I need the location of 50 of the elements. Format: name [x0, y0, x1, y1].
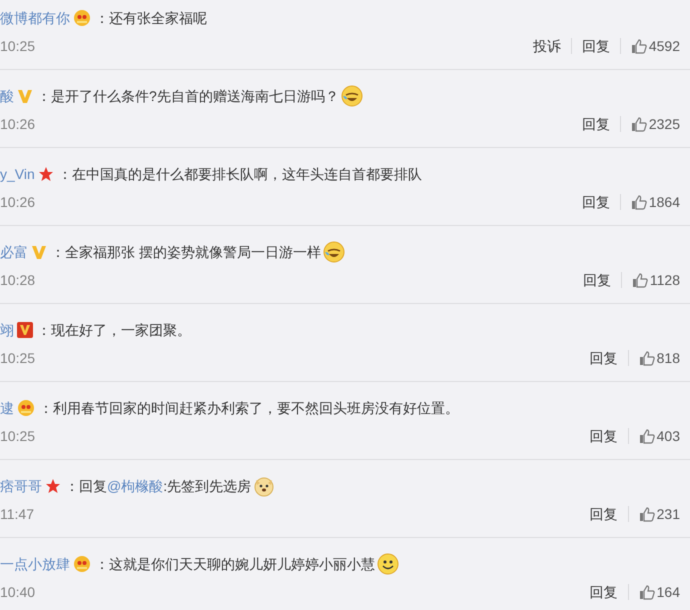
thumbs-up-icon	[630, 116, 647, 132]
reply-link[interactable]: 回复	[580, 584, 629, 600]
like-button[interactable]: 1864	[620, 192, 680, 212]
comment-time: 10:26	[0, 192, 36, 212]
comment-time: 10:25	[0, 348, 36, 368]
comment-time: 10:25	[0, 36, 36, 56]
user-name-link[interactable]: 微博都有你	[0, 8, 70, 28]
comment-text: ：现在好了，一家团聚。	[37, 320, 191, 340]
report-link[interactable]: 投诉	[522, 38, 572, 54]
reply-link[interactable]: 回复	[572, 116, 621, 132]
reply-link[interactable]: 回复	[572, 194, 621, 210]
user-name-link[interactable]: 翊	[0, 320, 14, 340]
comment-time: 10:28	[0, 270, 36, 290]
reply-link[interactable]: 回复	[580, 350, 629, 366]
thumbs-up-icon	[630, 38, 647, 54]
thumbs-up-icon	[638, 350, 655, 366]
comment-text: ：这就是你们天天聊的婉儿妍儿婷婷小丽小慧	[95, 554, 375, 574]
thumbs-up-icon	[638, 584, 655, 600]
thumbs-up-icon	[630, 194, 647, 210]
user-name-link[interactable]: 逮	[0, 398, 14, 418]
comment-time: 11:47	[0, 504, 34, 524]
comment-time: 10:25	[0, 426, 36, 446]
comment-text: ：在中国真的是什么都要排长队啊，这年头连自首都要排队	[58, 164, 422, 184]
user-name-link[interactable]: 酸	[0, 86, 14, 106]
comment-text: ：利用春节回家的时间赶紧办利索了，要不然回头班房没有好位置。	[39, 398, 459, 418]
comment-text: ：还有张全家福呢	[95, 8, 207, 28]
like-button[interactable]: 164	[628, 582, 680, 602]
like-button[interactable]: 4592	[620, 36, 680, 56]
thumbs-up-icon	[638, 428, 655, 444]
like-button[interactable]: 818	[628, 348, 680, 368]
comment-time: 10:26	[0, 114, 36, 134]
user-name-link[interactable]: 必富	[0, 242, 28, 262]
reply-link[interactable]: 回复	[580, 506, 629, 522]
like-button[interactable]: 403	[628, 426, 680, 446]
reply-link[interactable]: 回复	[572, 38, 621, 54]
comment-text: ：是开了什么条件?先自首的赠送海南七日游吗？	[37, 86, 339, 106]
comment-text: ：回复@枸橼酸:先签到先选房	[65, 476, 252, 496]
user-name-link[interactable]: 痞哥哥	[0, 476, 42, 496]
mention-link[interactable]: @枸橼酸	[107, 478, 164, 494]
reply-link[interactable]: 回复	[572, 272, 622, 288]
thumbs-up-icon	[632, 272, 648, 288]
like-button[interactable]: 2325	[620, 114, 680, 134]
like-button[interactable]: 231	[628, 504, 680, 524]
thumbs-up-icon	[638, 506, 655, 522]
comment-time: 10:40	[0, 582, 36, 602]
reply-link[interactable]: 回复	[580, 428, 629, 444]
comment-text: ：全家福那张 摆的姿势就像警局一日游一样	[51, 242, 321, 262]
user-name-link[interactable]: 一点小放肆	[0, 554, 70, 574]
user-name-link[interactable]: y_Vin	[0, 164, 35, 184]
like-button[interactable]: 1128	[622, 270, 680, 290]
